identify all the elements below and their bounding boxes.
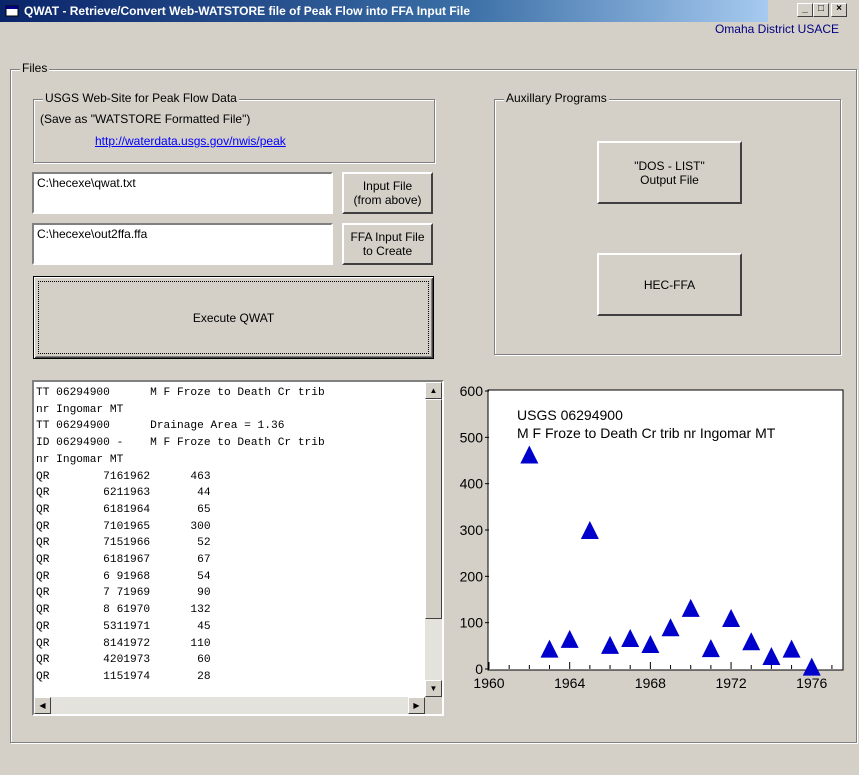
minimize-button[interactable]: _ — [797, 3, 813, 17]
app-icon — [5, 5, 19, 17]
listing-line: TT 06294900 Drainage Area = 1.36 — [36, 420, 285, 433]
input-file-field[interactable]: C:\hecexe\qwat.txt — [32, 172, 333, 214]
scroll-right-button[interactable]: ▶ — [408, 697, 425, 714]
scroll-left-button[interactable]: ◀ — [34, 697, 51, 714]
listing-line: QR 6181967 67 — [36, 554, 211, 567]
output-listing-text: TT 06294900 M F Froze to Death Cr trib nr… — [36, 385, 325, 686]
ffa-output-button-line2: to Create — [362, 244, 413, 258]
district-label: Omaha District USACE — [714, 22, 839, 36]
x-tick-label: 1972 — [715, 675, 746, 691]
x-tick-label: 1976 — [796, 675, 827, 691]
listing-line: QR 6211963 44 — [36, 487, 211, 500]
listing-line: TT 06294900 M F Froze to Death Cr trib — [36, 387, 325, 399]
scroll-up-icon: ▲ — [429, 386, 438, 395]
aux-programs-label: Auxillary Programs — [504, 91, 609, 105]
x-tick-label: 1960 — [473, 675, 504, 691]
y-tick-label: 200 — [460, 568, 484, 584]
listing-line: nr Ingomar MT — [36, 403, 124, 416]
listing-line: QR 5311971 45 — [36, 620, 211, 633]
usgs-peak-link[interactable]: http://waterdata.usgs.gov/nwis/peak — [95, 134, 286, 148]
window-title: QWAT - Retrieve/Convert Web-WATSTORE fil… — [24, 4, 471, 18]
title-bar-caption[interactable]: QWAT - Retrieve/Convert Web-WATSTORE fil… — [0, 0, 768, 22]
peak-flow-chart: USGS 06294900 M F Froze to Death Cr trib… — [460, 383, 844, 691]
x-tick-label: 1964 — [554, 675, 585, 691]
input-file-button[interactable]: Input File (from above) — [342, 172, 433, 214]
horizontal-scrollbar[interactable]: ◀ ▶ — [34, 697, 425, 714]
execute-qwat-button[interactable]: Execute QWAT — [33, 276, 434, 359]
output-file-field[interactable]: C:\hecexe\out2ffa.ffa — [32, 223, 333, 265]
dos-list-button-line1: "DOS - LIST" — [634, 158, 705, 173]
listing-line: QR 6181964 65 — [36, 503, 211, 516]
output-listing[interactable]: TT 06294900 M F Froze to Death Cr trib nr… — [32, 380, 444, 716]
y-tick-label: 400 — [460, 476, 484, 492]
x-tick-label: 1968 — [635, 675, 666, 691]
listing-line: QR 8 61970 132 — [36, 604, 211, 617]
y-tick-label: 100 — [460, 615, 484, 631]
listing-line: nr Ingomar MT — [36, 453, 124, 466]
dos-list-button-line2: Output File — [640, 172, 699, 187]
usgs-group — [33, 99, 435, 163]
input-file-button-line2: (from above) — [353, 193, 422, 207]
hec-ffa-button[interactable]: HEC-FFA — [597, 253, 742, 316]
y-tick-label: 600 — [460, 383, 484, 399]
listing-line: QR 6 91968 54 — [36, 570, 211, 583]
chart-title: USGS 06294900 — [517, 407, 623, 423]
listing-line: QR 7161962 463 — [36, 470, 211, 483]
input-file-button-line1: Input File — [362, 179, 413, 193]
listing-line: QR 7101965 300 — [36, 520, 211, 533]
usgs-note: (Save as "WATSTORE Formatted File") — [40, 112, 251, 126]
title-bar: QWAT - Retrieve/Convert Web-WATSTORE fil… — [0, 0, 859, 38]
close-button[interactable]: × — [831, 3, 847, 17]
aux-programs-group — [494, 99, 841, 355]
ffa-output-button-line1: FFA Input File — [350, 230, 425, 244]
listing-line: QR 1151974 28 — [36, 670, 211, 683]
execute-focus-rect — [38, 281, 429, 354]
chart-subtitle: M F Froze to Death Cr trib nr Ingomar MT — [517, 425, 776, 441]
dos-list-button[interactable]: "DOS - LIST" Output File — [597, 141, 742, 204]
listing-line: QR 4201973 60 — [36, 654, 211, 667]
scroll-left-icon: ◀ — [39, 701, 46, 710]
ffa-output-button[interactable]: FFA Input File to Create — [342, 223, 433, 265]
y-tick-label: 300 — [460, 522, 484, 538]
scroll-right-icon: ▶ — [413, 701, 420, 710]
maximize-button[interactable]: □ — [813, 3, 829, 17]
listing-line: QR 7 71969 90 — [36, 587, 211, 600]
files-group-label: Files — [20, 61, 50, 75]
y-tick-label: 500 — [460, 429, 484, 445]
listing-line: ID 06294900 - M F Froze to Death Cr trib — [36, 437, 325, 450]
hec-ffa-label: HEC-FFA — [643, 277, 696, 292]
listing-line: QR 8141972 110 — [36, 637, 211, 650]
listing-line: QR 7151966 52 — [36, 537, 211, 550]
usgs-group-label: USGS Web-Site for Peak Flow Data — [43, 91, 239, 105]
scroll-down-icon: ▼ — [429, 684, 438, 693]
